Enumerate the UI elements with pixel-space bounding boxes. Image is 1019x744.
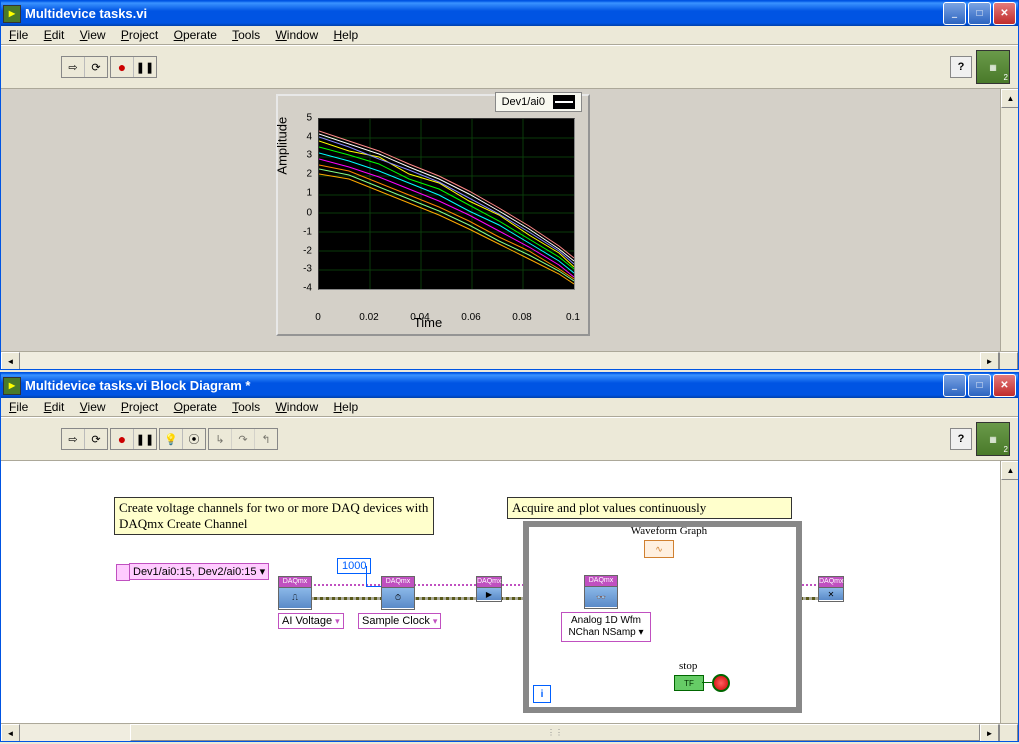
- step-into-button[interactable]: ↳: [209, 429, 232, 449]
- menu-window[interactable]: Window: [275, 28, 318, 42]
- menu-edit[interactable]: Edit: [44, 28, 65, 42]
- vi-file-icon: ▶: [3, 377, 21, 395]
- y-axis-label: Amplitude: [275, 117, 290, 175]
- daqmx-timing-node[interactable]: DAQmx⏱: [381, 576, 415, 610]
- scrollbar-horizontal[interactable]: ◄ ►: [1, 351, 1018, 369]
- window-title: Multidevice tasks.vi: [25, 6, 943, 21]
- daqmx-create-channel-node[interactable]: DAQmx⎍: [278, 576, 312, 610]
- menu-operate[interactable]: Operate: [174, 28, 217, 42]
- plot-area: [318, 118, 575, 290]
- ai-voltage-selector[interactable]: AI Voltage: [278, 613, 344, 629]
- menu-tools[interactable]: Tools: [232, 400, 260, 414]
- menu-project[interactable]: Project: [121, 400, 158, 414]
- step-over-button[interactable]: ↷: [232, 429, 255, 449]
- run-continuous-button[interactable]: ⟳: [85, 429, 107, 449]
- scroll-right-button[interactable]: ►: [980, 724, 999, 741]
- menu-tools[interactable]: Tools: [232, 28, 260, 42]
- menu-operate[interactable]: Operate: [174, 400, 217, 414]
- titlebar[interactable]: ▶ Multidevice tasks.vi _ □ ✕: [1, 1, 1018, 26]
- loop-iteration-terminal[interactable]: i: [533, 685, 551, 703]
- front-panel-window: ▶ Multidevice tasks.vi _ □ ✕ File Edit V…: [0, 0, 1019, 370]
- run-continuous-button[interactable]: ⟳: [85, 57, 107, 77]
- vi-file-icon: ▶: [3, 5, 21, 23]
- step-out-button[interactable]: ↰: [255, 429, 277, 449]
- while-loop[interactable]: Waveform Graph ∿ DAQmx👓 Analog 1D Wfm NC…: [523, 521, 802, 713]
- window-title: Multidevice tasks.vi Block Diagram *: [25, 378, 943, 393]
- minimize-button[interactable]: _: [943, 2, 966, 25]
- maximize-button[interactable]: □: [968, 2, 991, 25]
- close-button[interactable]: ✕: [993, 2, 1016, 25]
- scrollbar-vertical[interactable]: ▲: [1000, 461, 1018, 724]
- menu-file[interactable]: File: [9, 28, 28, 42]
- comment-acquire-plot: Acquire and plot values continuously: [507, 497, 792, 519]
- retain-wire-button[interactable]: ⦿: [183, 429, 205, 449]
- toolbar: ⇨ ⟳ ● ❚❚ 💡 ⦿ ↳ ↷ ↰ ? ▦2: [1, 417, 1018, 461]
- stop-label: stop: [679, 660, 697, 672]
- scroll-up-button[interactable]: ▲: [1001, 461, 1018, 480]
- maximize-button[interactable]: □: [968, 374, 991, 397]
- scrollbar-corner: [999, 352, 1018, 369]
- minimize-button[interactable]: _: [943, 374, 966, 397]
- vi-icon[interactable]: ▦2: [976, 50, 1010, 84]
- menu-view[interactable]: View: [80, 400, 106, 414]
- menu-help[interactable]: Help: [334, 28, 359, 42]
- toolbar: ⇨ ⟳ ● ❚❚ ? ▦2: [1, 45, 1018, 89]
- sample-clock-selector[interactable]: Sample Clock: [358, 613, 441, 629]
- scroll-up-button[interactable]: ▲: [1001, 89, 1018, 108]
- menu-file[interactable]: File: [9, 400, 28, 414]
- abort-button[interactable]: ●: [111, 57, 134, 77]
- daqmx-clear-node[interactable]: DAQmx✕: [818, 576, 844, 602]
- menu-view[interactable]: View: [80, 28, 106, 42]
- scroll-right-button[interactable]: ►: [980, 352, 999, 369]
- block-diagram-window: ▶ Multidevice tasks.vi Block Diagram * _…: [0, 372, 1019, 742]
- front-panel-content: Dev1/ai0: [1, 89, 1018, 369]
- run-button[interactable]: ⇨: [62, 57, 85, 77]
- daqmx-start-node[interactable]: DAQmx▶: [476, 576, 502, 602]
- stop-wire: [702, 682, 712, 683]
- menu-bar: File Edit View Project Operate Tools Win…: [1, 26, 1018, 45]
- stop-control-terminal[interactable]: TF: [674, 675, 704, 691]
- titlebar[interactable]: ▶ Multidevice tasks.vi Block Diagram * _…: [1, 373, 1018, 398]
- daqmx-read-node[interactable]: DAQmx👓: [584, 575, 618, 609]
- close-button[interactable]: ✕: [993, 374, 1016, 397]
- scroll-left-button[interactable]: ◄: [1, 724, 20, 741]
- rate-wire-h: [366, 586, 381, 587]
- channel-string-constant[interactable]: Dev1/ai0:15, Dev2/ai0:15 ▾: [129, 563, 269, 580]
- waveform-graph-label: Waveform Graph: [624, 525, 714, 537]
- menu-edit[interactable]: Edit: [44, 400, 65, 414]
- help-button[interactable]: ?: [950, 56, 972, 78]
- block-diagram-content[interactable]: Create voltage channels for two or more …: [1, 461, 1018, 741]
- scrollbar-horizontal[interactable]: ◄ ⋮⋮ ►: [1, 723, 1018, 741]
- highlight-exec-button[interactable]: 💡: [160, 429, 183, 449]
- analog-read-selector[interactable]: Analog 1D Wfm NChan NSamp ▾: [561, 612, 651, 642]
- loop-condition-terminal[interactable]: [712, 674, 730, 692]
- pause-button[interactable]: ❚❚: [134, 429, 156, 449]
- scrollbar-corner: [999, 724, 1018, 741]
- waveform-graph-terminal[interactable]: ∿: [644, 540, 674, 558]
- scroll-left-button[interactable]: ◄: [1, 352, 20, 369]
- pause-button[interactable]: ❚❚: [134, 57, 156, 77]
- run-button[interactable]: ⇨: [62, 429, 85, 449]
- menu-project[interactable]: Project: [121, 28, 158, 42]
- plot-legend[interactable]: Dev1/ai0: [495, 92, 582, 112]
- x-axis-label: Time: [414, 315, 442, 330]
- rate-wire: [366, 566, 367, 586]
- waveform-graph[interactable]: Dev1/ai0: [276, 94, 590, 336]
- comment-create-channels: Create voltage channels for two or more …: [114, 497, 434, 535]
- menu-bar: File Edit View Project Operate Tools Win…: [1, 398, 1018, 417]
- scrollbar-vertical[interactable]: ▲: [1000, 89, 1018, 352]
- scrollbar-thumb[interactable]: ⋮⋮: [130, 724, 980, 741]
- help-button[interactable]: ?: [950, 428, 972, 450]
- abort-button[interactable]: ●: [111, 429, 134, 449]
- menu-help[interactable]: Help: [334, 400, 359, 414]
- legend-label: Dev1/ai0: [502, 96, 545, 108]
- vi-icon[interactable]: ▦2: [976, 422, 1010, 456]
- menu-window[interactable]: Window: [275, 400, 318, 414]
- legend-swatch: [553, 95, 575, 109]
